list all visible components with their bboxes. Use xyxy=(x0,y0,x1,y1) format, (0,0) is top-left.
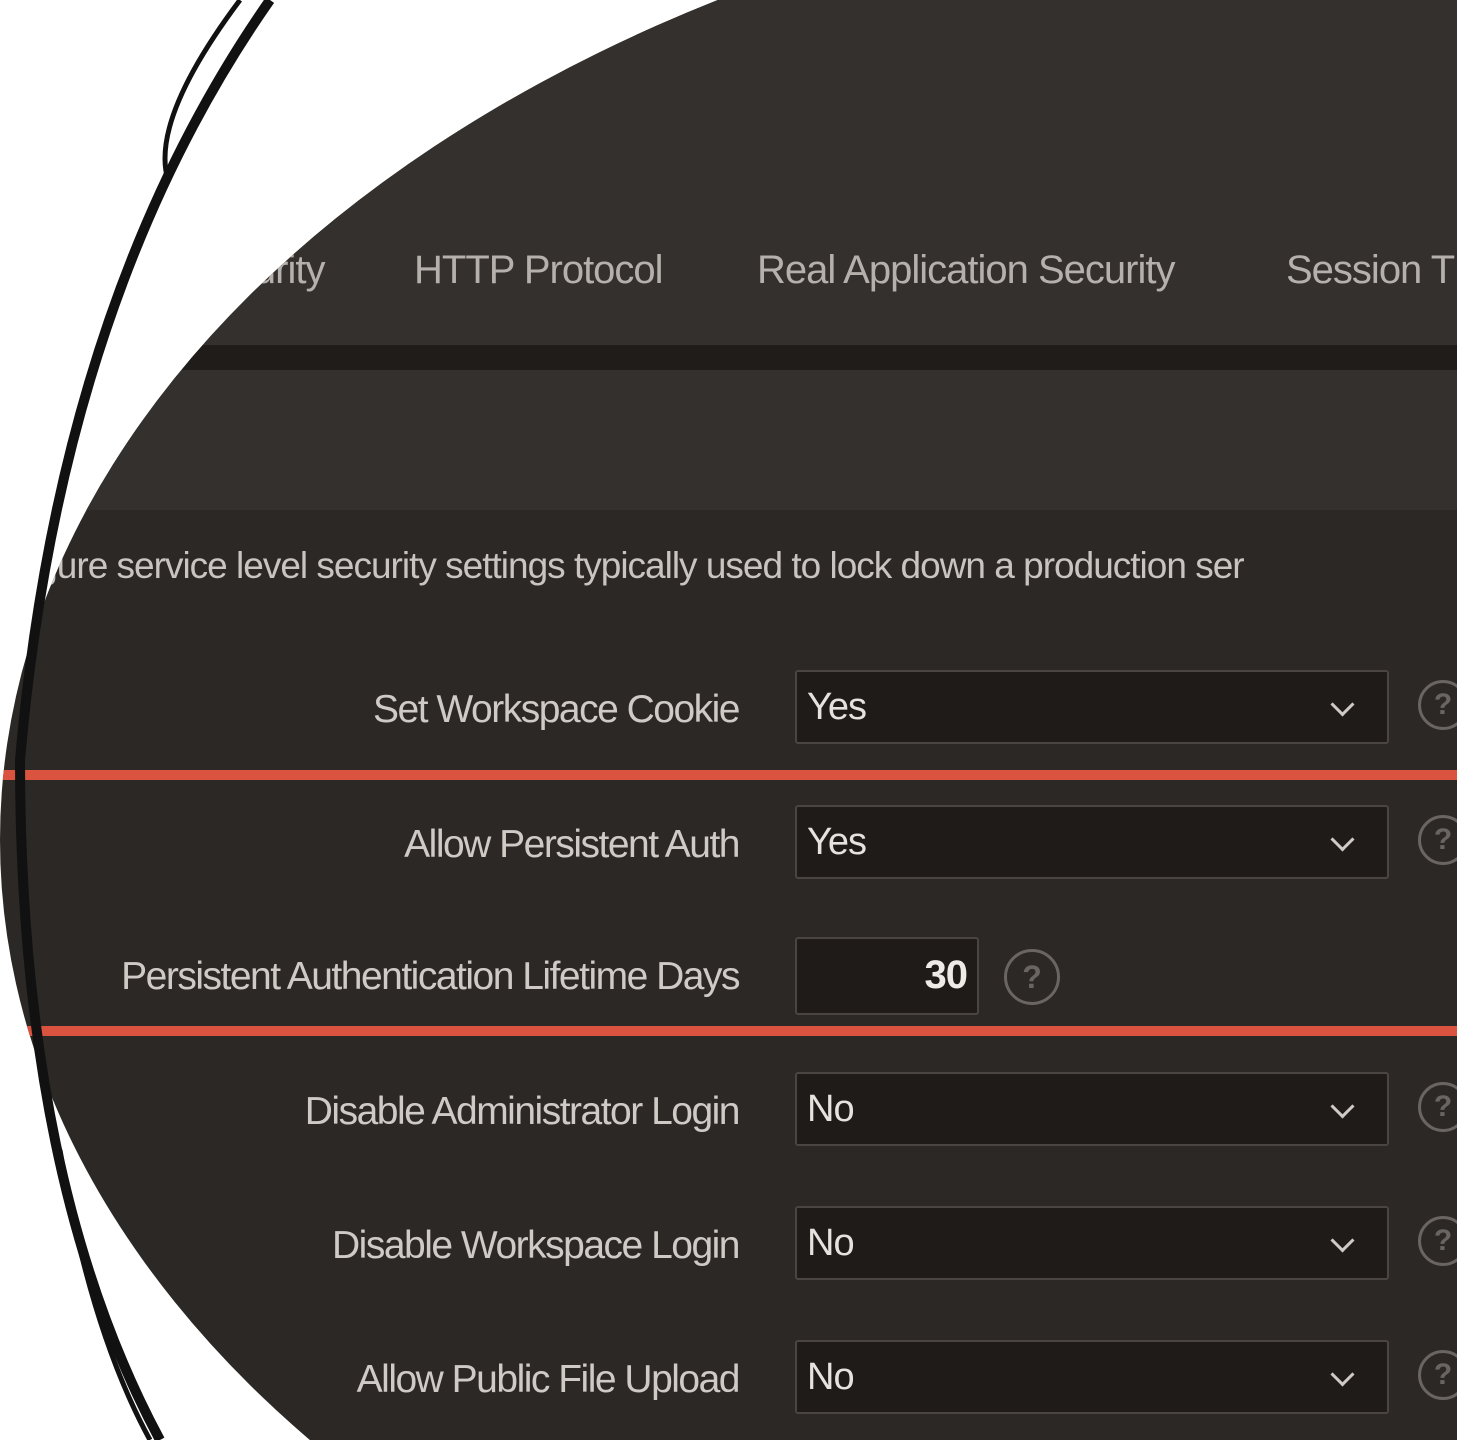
field-label: Disable Workspace Login xyxy=(331,1224,741,1267)
tab-http-protocol[interactable]: HTTP Protocol xyxy=(414,248,664,293)
field-allow-persistent-auth: Allow Persistent Auth Yes ? xyxy=(0,805,1457,895)
help-circle-icon[interactable]: ? xyxy=(1004,949,1060,1005)
chevron-down-icon xyxy=(1330,1094,1355,1119)
help-circle-icon[interactable]: ? xyxy=(1418,815,1457,865)
allow-public-file-upload-select[interactable]: No xyxy=(795,1340,1389,1414)
field-disable-workspace-login: Disable Workspace Login No ? xyxy=(0,1206,1457,1296)
disable-administrator-login-select[interactable]: No xyxy=(795,1072,1389,1146)
chevron-down-icon xyxy=(1330,827,1355,852)
tab-real-application-security[interactable]: Real Application Security xyxy=(757,248,1175,293)
select-value: No xyxy=(807,1088,855,1130)
region-description-wrap: igure service level security settings ty… xyxy=(0,545,1457,605)
select-value: No xyxy=(807,1222,855,1264)
highlight-border-top xyxy=(0,770,1457,780)
help-circle-icon[interactable]: ? xyxy=(1418,680,1457,730)
chevron-down-icon xyxy=(1330,692,1355,717)
logo-icon xyxy=(160,70,242,152)
field-label: Persistent Authentication Lifetime Days xyxy=(121,955,740,998)
field-allow-public-file-upload: Allow Public File Upload No ? xyxy=(0,1340,1457,1430)
header-band: Security HTTP Protocol Real Application … xyxy=(0,0,1457,345)
lifetime-days-input[interactable]: 30 xyxy=(795,937,979,1015)
screenshot-stage: Security HTTP Protocol Real Application … xyxy=(0,0,1457,1440)
region-header: ity xyxy=(0,370,1457,510)
field-label: Allow Public File Upload xyxy=(356,1358,741,1401)
tab-security[interactable]: Security xyxy=(188,248,325,293)
region-description: igure service level security settings ty… xyxy=(30,545,1245,586)
set-workspace-cookie-select[interactable]: Yes xyxy=(795,670,1389,744)
divider xyxy=(0,345,1457,370)
region-title-clip: ity xyxy=(0,370,130,510)
tab-bar: Security HTTP Protocol Real Application … xyxy=(0,230,1457,320)
highlight-border-bottom xyxy=(0,1026,1457,1036)
help-circle-icon[interactable]: ? xyxy=(1418,1082,1457,1132)
number-value: 30 xyxy=(924,953,968,997)
chevron-down-icon xyxy=(1330,1228,1355,1253)
select-value: Yes xyxy=(807,821,867,863)
disable-workspace-login-select[interactable]: No xyxy=(795,1206,1389,1280)
field-persistent-auth-lifetime-days: Persistent Authentication Lifetime Days … xyxy=(0,937,1457,1027)
select-value: No xyxy=(807,1356,855,1398)
tab-session[interactable]: Session T xyxy=(1286,248,1455,293)
region-title: ity xyxy=(81,410,130,459)
field-label: Disable Administrator Login xyxy=(304,1090,741,1133)
field-set-workspace-cookie: Set Workspace Cookie Yes ? xyxy=(0,670,1457,760)
help-circle-icon[interactable]: ? xyxy=(1418,1216,1457,1266)
chevron-down-icon xyxy=(1330,1362,1355,1387)
field-disable-administrator-login: Disable Administrator Login No ? xyxy=(0,1072,1457,1162)
field-label: Allow Persistent Auth xyxy=(404,823,740,866)
app-screen: Security HTTP Protocol Real Application … xyxy=(0,0,1457,1440)
active-tab-indicator xyxy=(70,330,110,336)
help-circle-icon[interactable]: ? xyxy=(1418,1350,1457,1400)
select-value: Yes xyxy=(807,686,867,728)
field-label: Set Workspace Cookie xyxy=(373,688,740,731)
allow-persistent-auth-select[interactable]: Yes xyxy=(795,805,1389,879)
